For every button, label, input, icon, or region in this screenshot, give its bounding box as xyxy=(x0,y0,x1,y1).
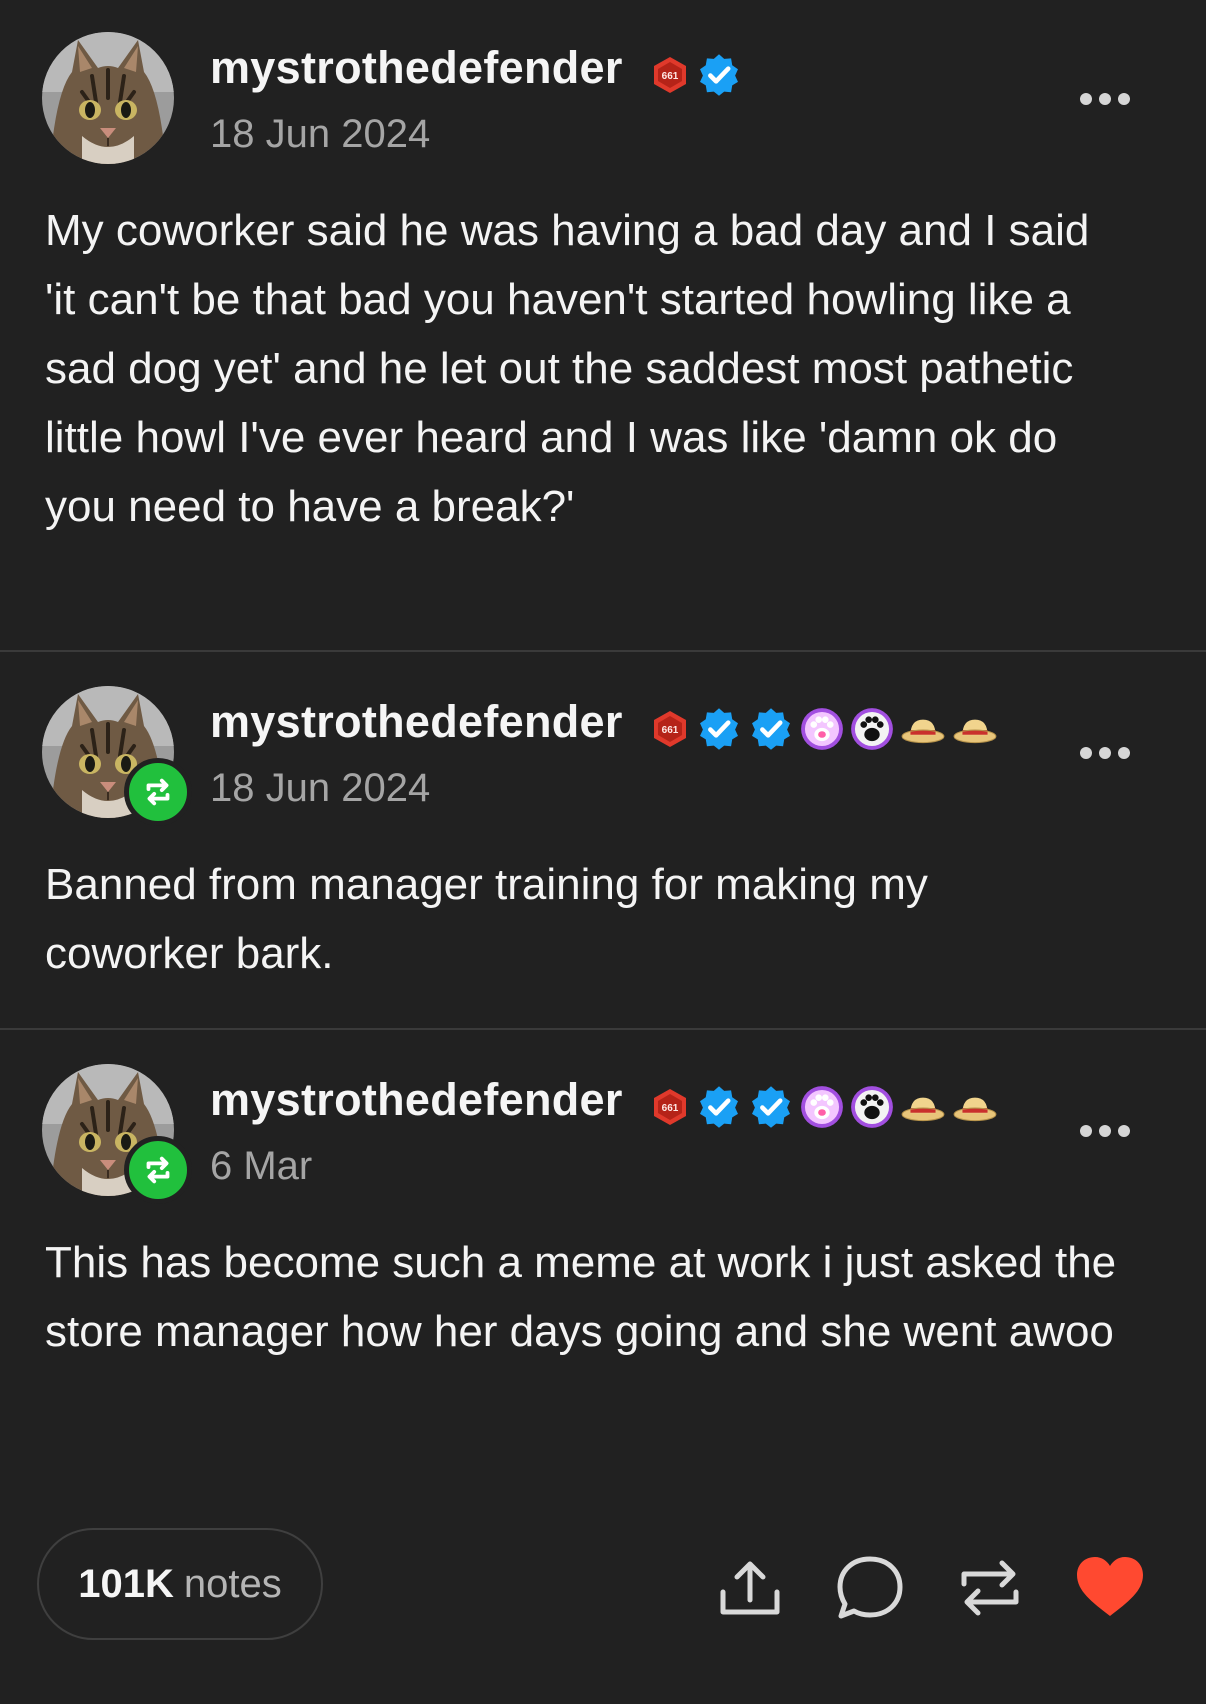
dot-icon xyxy=(1099,747,1111,759)
dot-icon xyxy=(1080,1125,1092,1137)
cat-avatar-image xyxy=(42,32,174,164)
hex-badge-icon[interactable] xyxy=(650,55,690,95)
straw-hat-icon[interactable] xyxy=(952,713,998,745)
hex-badge-icon[interactable] xyxy=(650,709,690,749)
straw-hat-icon[interactable] xyxy=(900,1091,946,1123)
post-divider xyxy=(0,1028,1206,1030)
more-options-button[interactable] xyxy=(1080,1125,1130,1137)
avatar[interactable] xyxy=(42,1064,192,1204)
straw-hat-icon[interactable] xyxy=(952,1091,998,1123)
post-body: Banned from manager training for making … xyxy=(45,860,928,978)
verified-check-icon[interactable] xyxy=(748,706,794,752)
reply-button[interactable] xyxy=(832,1550,908,1626)
notes-label: notes xyxy=(183,1561,282,1606)
like-icon xyxy=(1077,1557,1143,1616)
avatar[interactable] xyxy=(42,32,174,164)
verified-check-icon[interactable] xyxy=(696,1084,742,1130)
verified-check-icon[interactable] xyxy=(748,1084,794,1130)
paw-dark-icon[interactable] xyxy=(850,1085,894,1129)
more-options-button[interactable] xyxy=(1080,93,1130,105)
username[interactable]: mystrothedefender xyxy=(210,696,623,748)
badge-row xyxy=(650,52,742,98)
dot-icon xyxy=(1080,93,1092,105)
badge-row xyxy=(650,706,998,752)
notes-button[interactable]: 101K notes xyxy=(37,1528,323,1640)
more-options-button[interactable] xyxy=(1080,747,1130,759)
straw-hat-icon[interactable] xyxy=(900,713,946,745)
dot-icon xyxy=(1118,93,1130,105)
post-body: My coworker said he was having a bad day… xyxy=(45,206,1090,531)
reblog-badge-icon xyxy=(124,1136,192,1204)
reply-icon xyxy=(837,1556,903,1619)
reblog-badge-icon xyxy=(124,758,192,826)
username[interactable]: mystrothedefender xyxy=(210,1074,623,1126)
dot-icon xyxy=(1099,1125,1111,1137)
post-body: This has become such a meme at work i ju… xyxy=(45,1238,1117,1356)
avatar[interactable] xyxy=(42,686,192,826)
reblog-button[interactable] xyxy=(952,1550,1028,1626)
dot-icon xyxy=(1118,1125,1130,1137)
post-date: 6 Mar xyxy=(210,1144,313,1188)
post-footer: 101K notes xyxy=(0,1526,1206,1646)
badge-row xyxy=(650,1084,998,1130)
username[interactable]: mystrothedefender xyxy=(210,42,623,94)
reblog-icon xyxy=(961,1560,1019,1616)
post-date: 18 Jun 2024 xyxy=(210,112,431,156)
like-button[interactable] xyxy=(1072,1550,1148,1626)
verified-check-icon[interactable] xyxy=(696,706,742,752)
dot-icon xyxy=(1118,747,1130,759)
paw-dark-icon[interactable] xyxy=(850,707,894,751)
notes-count: 101K xyxy=(78,1561,174,1606)
post-divider xyxy=(0,650,1206,652)
share-icon xyxy=(720,1561,780,1615)
paw-pink-icon[interactable] xyxy=(800,1085,844,1129)
post-date: 18 Jun 2024 xyxy=(210,766,431,810)
paw-pink-icon[interactable] xyxy=(800,707,844,751)
hex-badge-icon[interactable] xyxy=(650,1087,690,1127)
screen: { "posts": [ { "username": "mystrothedef… xyxy=(0,0,1206,1704)
verified-check-icon[interactable] xyxy=(696,52,742,98)
dot-icon xyxy=(1099,93,1111,105)
share-button[interactable] xyxy=(712,1550,788,1626)
dot-icon xyxy=(1080,747,1092,759)
